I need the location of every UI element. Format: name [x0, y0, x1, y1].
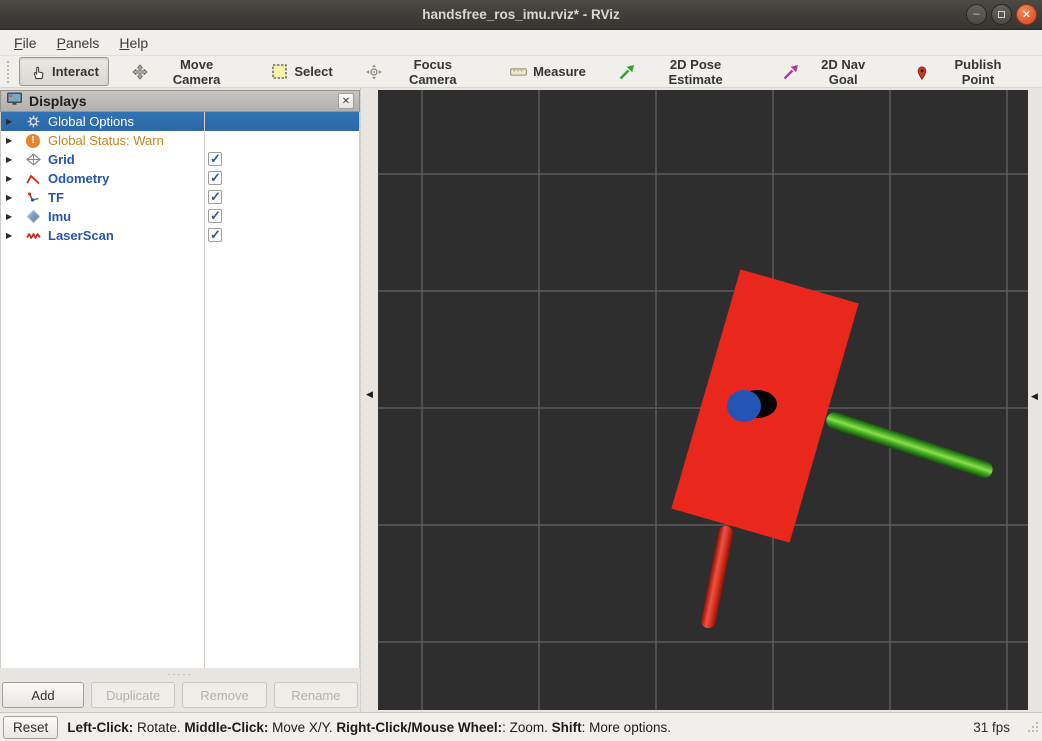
grid-checkbox[interactable]: [208, 151, 222, 167]
left-splitter[interactable]: ◀: [360, 88, 378, 712]
tf-axes-icon: [25, 190, 41, 206]
expand-arrow-icon[interactable]: ▶: [6, 117, 16, 126]
display-row-laserscan[interactable]: ▶ LaserScan: [1, 226, 359, 245]
displays-panel-header[interactable]: Displays ✕: [0, 90, 360, 112]
panel-close-icon[interactable]: ✕: [338, 93, 354, 109]
pose-arrow-icon: [619, 63, 636, 80]
tree-column-divider[interactable]: [204, 112, 205, 668]
gear-icon: [25, 114, 41, 130]
display-row-imu[interactable]: ▶ Imu: [1, 207, 359, 226]
panel-splitter-handle[interactable]: ·····: [0, 670, 360, 679]
close-icon[interactable]: ✕: [1016, 4, 1037, 25]
tool-select[interactable]: Select: [261, 57, 342, 86]
odometry-checkbox[interactable]: [208, 170, 222, 186]
tool-move-camera[interactable]: Move Camera: [122, 51, 248, 93]
tool-2d-nav-goal[interactable]: 2D Nav Goal: [773, 51, 892, 93]
laserscan-checkbox[interactable]: [208, 227, 222, 243]
3d-viewport[interactable]: [378, 90, 1028, 710]
expand-arrow-icon[interactable]: ▶: [6, 231, 16, 240]
warning-icon: !: [25, 133, 41, 149]
reset-button[interactable]: Reset: [3, 715, 59, 739]
displays-tree: ▶ Global Options ▶ ! Global Status: Warn…: [0, 112, 360, 668]
selection-box-icon: [271, 63, 288, 80]
displays-panel-title: Displays: [29, 93, 87, 109]
titlebar[interactable]: handsfree_ros_imu.rviz* - RViz – ✕: [0, 0, 1042, 30]
duplicate-button[interactable]: Duplicate: [91, 682, 176, 708]
displays-panel: Displays ✕ ▶ Global Options ▶ ! Global S…: [0, 90, 360, 712]
expand-arrow-icon[interactable]: ▶: [6, 212, 16, 221]
resize-grip[interactable]: [1027, 720, 1039, 738]
viewport-scene: [378, 90, 1028, 710]
display-row-global-status[interactable]: ▶ ! Global Status: Warn: [1, 131, 359, 150]
ruler-icon: [510, 63, 527, 80]
grid-icon: [25, 152, 41, 168]
hand-icon: [29, 63, 46, 80]
move-arrows-icon: [132, 63, 149, 80]
rviz-window: handsfree_ros_imu.rviz* - RViz – ✕ File …: [0, 0, 1042, 741]
displays-buttons: Add Duplicate Remove Rename: [2, 682, 358, 708]
toolbar-drag-handle[interactable]: [7, 60, 9, 83]
display-row-global-options[interactable]: ▶ Global Options: [1, 112, 359, 131]
expand-arrow-icon[interactable]: ▶: [6, 155, 16, 164]
map-pin-icon: [914, 63, 931, 80]
display-row-tf[interactable]: ▶ TF: [1, 188, 359, 207]
right-splitter[interactable]: ◀: [1028, 88, 1042, 712]
odometry-icon: [25, 171, 41, 187]
collapse-right-arrow-icon[interactable]: ◀: [1031, 393, 1038, 402]
add-button[interactable]: Add: [2, 682, 84, 708]
tool-publish-point[interactable]: Publish Point: [904, 51, 1029, 93]
display-row-grid[interactable]: ▶ Grid: [1, 150, 359, 169]
expand-arrow-icon[interactable]: ▶: [6, 136, 16, 145]
menu-file[interactable]: File: [4, 31, 47, 55]
tool-focus-camera[interactable]: Focus Camera: [356, 51, 487, 93]
remove-button[interactable]: Remove: [182, 682, 267, 708]
maximize-icon[interactable]: [991, 4, 1012, 25]
tool-2d-pose-estimate[interactable]: 2D Pose Estimate: [609, 51, 760, 93]
tf-checkbox[interactable]: [208, 189, 222, 205]
statusbar: Reset Left-Click: Rotate. Middle-Click: …: [0, 712, 1042, 741]
main-area: Displays ✕ ▶ Global Options ▶ ! Global S…: [0, 88, 1042, 712]
laserscan-icon: [25, 228, 41, 244]
tool-measure[interactable]: Measure: [500, 57, 596, 86]
minimize-icon[interactable]: –: [966, 4, 987, 25]
expand-arrow-icon[interactable]: ▶: [6, 193, 16, 202]
blue-disc: [727, 390, 761, 422]
monitor-icon: [6, 91, 23, 111]
rename-button[interactable]: Rename: [273, 682, 358, 708]
display-row-odometry[interactable]: ▶ Odometry: [1, 169, 359, 188]
imu-icon: [25, 209, 41, 225]
window-title: handsfree_ros_imu.rviz* - RViz: [422, 7, 620, 22]
nav-goal-arrow-icon: [783, 63, 800, 80]
imu-checkbox[interactable]: [208, 208, 222, 224]
mouse-hints: Left-Click: Rotate. Middle-Click: Move X…: [67, 719, 671, 735]
toolbar: Interact Move Camera Select Focus Camera: [0, 56, 1042, 88]
tool-interact[interactable]: Interact: [19, 57, 109, 86]
focus-crosshair-icon: [366, 63, 383, 80]
expand-arrow-icon[interactable]: ▶: [6, 174, 16, 183]
menu-panels[interactable]: Panels: [47, 31, 110, 55]
collapse-left-arrow-icon[interactable]: ◀: [366, 391, 373, 400]
